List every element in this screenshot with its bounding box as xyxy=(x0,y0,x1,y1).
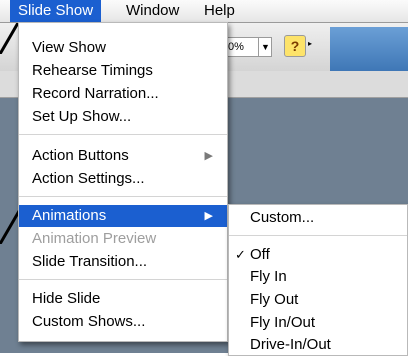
menu-slide-show[interactable]: Slide Show xyxy=(10,0,102,22)
zoom-dropdown-arrow-icon[interactable]: ▼ xyxy=(258,37,272,57)
menu-item-slide-transition[interactable]: Slide Transition... xyxy=(19,251,227,273)
menu-separator xyxy=(19,134,227,135)
submenu-item-fly-out[interactable]: Fly Out xyxy=(229,289,407,311)
submenu-item-fly-in[interactable]: Fly In xyxy=(229,266,407,288)
formatting-palette xyxy=(330,27,408,71)
submenu-arrow-icon: ▶ xyxy=(204,210,213,222)
menu-help[interactable]: Help xyxy=(196,0,243,22)
submenu-item-custom[interactable]: Custom... xyxy=(229,207,407,229)
menu-item-view-show[interactable]: View Show xyxy=(19,37,227,59)
submenu-arrow-icon: ▶ xyxy=(204,150,213,162)
zoom-value: 0% xyxy=(228,41,244,53)
checkmark-icon: ✓ xyxy=(235,247,246,262)
menu-bar: Slide Show Window Help xyxy=(0,0,408,23)
menu-item-custom-shows[interactable]: Custom Shows... xyxy=(19,311,227,333)
submenu-item-off[interactable]: ✓ Off xyxy=(229,244,407,266)
submenu-item-fly-in-out[interactable]: Fly In/Out xyxy=(229,312,407,334)
slide-show-menu: View Show Rehearse Timings Record Narrat… xyxy=(18,22,228,342)
menu-item-rehearse-timings[interactable]: Rehearse Timings xyxy=(19,60,227,82)
menu-item-animation-preview: Animation Preview xyxy=(32,230,157,247)
help-icon[interactable]: ? xyxy=(284,35,306,57)
menu-window[interactable]: Window xyxy=(118,0,187,22)
menu-separator xyxy=(19,279,227,280)
menu-item-record-narration[interactable]: Record Narration... xyxy=(19,83,227,105)
menu-item-action-buttons[interactable]: Action Buttons ▶ xyxy=(19,145,227,167)
help-caret-icon: ▸ xyxy=(308,39,313,48)
menu-item-hide-slide[interactable]: Hide Slide xyxy=(19,288,227,310)
menu-item-animations[interactable]: Animations ▶ xyxy=(19,205,227,227)
menu-separator xyxy=(19,196,227,197)
menu-item-action-settings[interactable]: Action Settings... xyxy=(19,168,227,190)
menu-separator xyxy=(229,235,407,236)
menu-item-set-up-show[interactable]: Set Up Show... xyxy=(19,106,227,128)
animations-submenu: Custom... ✓ Off Fly In Fly Out Fly In/Ou… xyxy=(228,204,408,356)
